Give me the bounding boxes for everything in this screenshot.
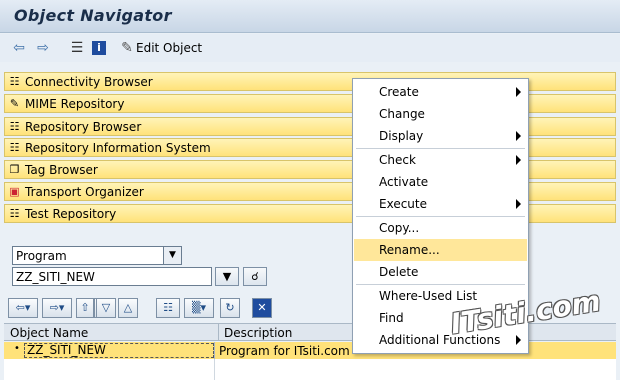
tag-icon: ❐	[9, 163, 20, 176]
menu-item-delete[interactable]: Delete	[354, 261, 527, 283]
glasses-icon[interactable]: ☌	[243, 267, 267, 286]
info-icon[interactable]: i	[92, 41, 106, 55]
menu-item-activate[interactable]: Activate	[354, 171, 527, 193]
title-bar: Object Navigator	[0, 0, 620, 33]
repository-icon: ☷	[9, 120, 20, 133]
transport-icon: ▣	[9, 185, 20, 198]
menu-item-rename[interactable]: Rename...	[354, 239, 527, 261]
chevron-down-icon[interactable]: ▼	[163, 247, 181, 264]
menu-item-check[interactable]: Check	[354, 149, 527, 171]
refresh-icon[interactable]: ↻	[220, 298, 240, 318]
back-button[interactable]: ⇦▾	[8, 298, 38, 318]
hierarchy-tree-icon[interactable]: ☷	[156, 298, 180, 318]
display-dropdown-button[interactable]: ▼	[215, 267, 239, 286]
toolbar: ⇦ ⇨ ☰ i ✎ Edit Object	[0, 34, 620, 62]
forward-arrow-icon[interactable]: ⇨	[34, 39, 52, 57]
mime-icon: ✎	[9, 97, 20, 110]
menu-item-change[interactable]: Change	[354, 103, 527, 125]
object-type-select[interactable]: Program ▼	[12, 246, 182, 265]
hierarchy-icon[interactable]: ☰	[68, 39, 86, 57]
collapse-icon[interactable]: ▽	[96, 298, 116, 318]
info-system-icon: ☷	[9, 141, 20, 154]
back-arrow-icon[interactable]: ⇦	[10, 39, 28, 57]
column-description[interactable]: Description	[224, 326, 292, 340]
connectivity-icon: ☷	[9, 75, 20, 88]
bullet-icon: •	[14, 343, 20, 354]
close-icon[interactable]: ✕	[252, 298, 272, 318]
description-cell: Program for ITsiti.com	[219, 344, 350, 358]
submenu-arrow-icon	[516, 155, 521, 165]
menu-item-display[interactable]: Display	[354, 125, 527, 147]
submenu-arrow-icon	[516, 335, 521, 345]
forward-button[interactable]: ⇨▾	[42, 298, 72, 318]
object-name-field[interactable]: ZZ_SITI_NEW	[12, 267, 212, 286]
table-body	[4, 359, 616, 380]
object-name-cell[interactable]: ZZ_SITI_NEW	[24, 343, 214, 358]
window-title: Object Navigator	[14, 6, 172, 25]
column-object-name[interactable]: Object Name	[10, 326, 88, 340]
menu-item-create[interactable]: Create	[354, 81, 527, 103]
submenu-arrow-icon	[516, 199, 521, 209]
submenu-arrow-icon	[516, 131, 521, 141]
layout-icon[interactable]: ▒▾	[184, 298, 214, 318]
up-icon[interactable]: ⇧	[76, 298, 94, 318]
menu-item-execute[interactable]: Execute	[354, 193, 527, 215]
submenu-arrow-icon	[516, 87, 521, 97]
expand-icon[interactable]: △	[118, 298, 138, 318]
edit-object-button[interactable]: Edit Object	[136, 41, 202, 55]
edit-object-icon[interactable]: ✎	[118, 39, 136, 57]
menu-item-copy[interactable]: Copy...	[354, 217, 527, 239]
test-icon: ☷	[9, 207, 20, 220]
